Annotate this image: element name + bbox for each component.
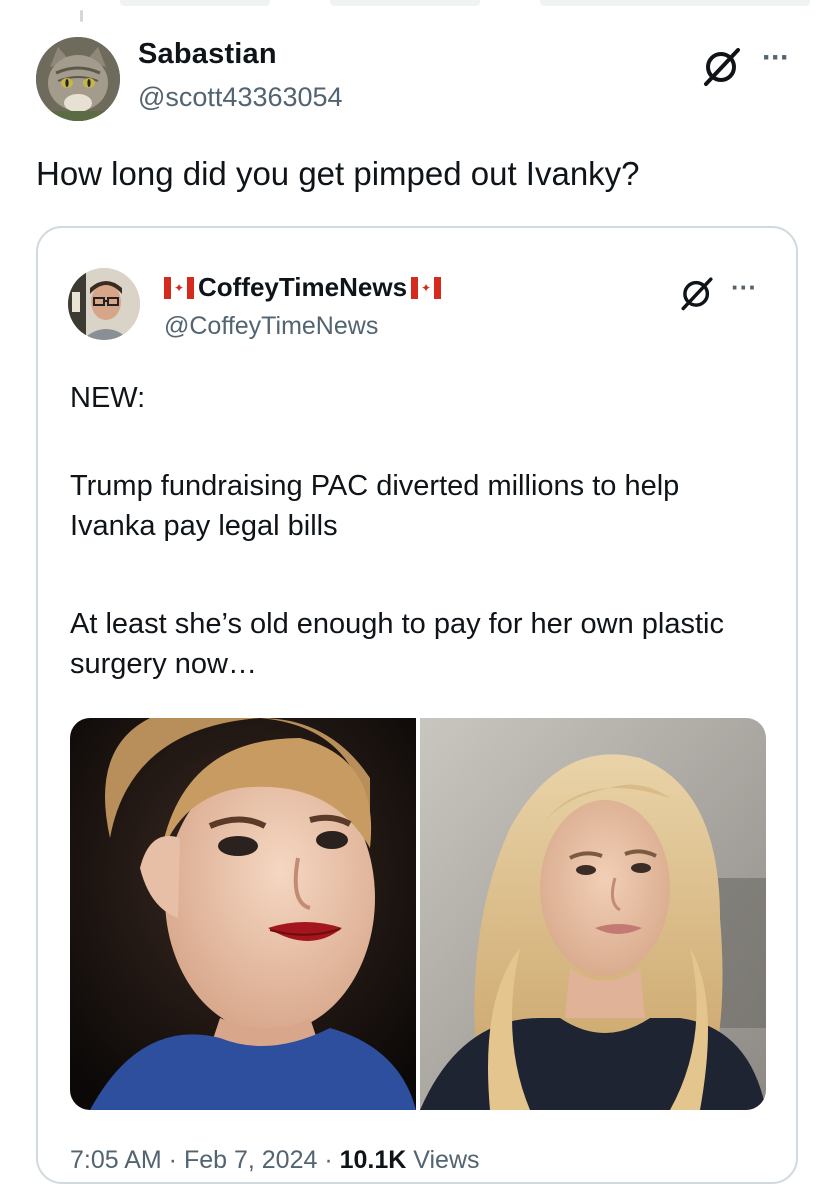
separator: · [317, 1146, 340, 1174]
young-woman-red-lips-photo[interactable] [70, 718, 416, 1110]
quote-author-display-name[interactable]: CoffeyTimeNews [198, 272, 407, 303]
more-icon[interactable]: ··· [762, 41, 790, 75]
tweet-time[interactable]: 7:05 AM [70, 1146, 162, 1174]
tweet-date[interactable]: Feb 7, 2024 [184, 1146, 317, 1174]
blonde-woman-photo[interactable] [420, 718, 766, 1110]
quote-text-comment: At least she’s old enough to pay for her… [70, 608, 724, 680]
author-display-name[interactable]: Sabastian [138, 38, 277, 71]
views-count[interactable]: 10.1K [340, 1146, 407, 1174]
quote-avatar[interactable] [68, 268, 140, 340]
grok-icon[interactable] [678, 274, 716, 312]
author-handle[interactable]: @scott43363054 [138, 82, 343, 113]
canada-flag-icon: ✦ [411, 276, 442, 299]
separator: · [161, 1146, 184, 1174]
quote-author-name-row[interactable]: ✦ CoffeyTimeNews ✦ [164, 272, 442, 303]
cut-off-toolbar [120, 0, 810, 8]
quote-tweet-card[interactable]: ✦ CoffeyTimeNews ✦ @CoffeyTimeNews ··· N… [36, 226, 798, 1184]
more-icon[interactable]: ··· [731, 272, 757, 303]
grok-icon[interactable] [700, 44, 744, 88]
quote-text-headline: Trump fundraising PAC diverted millions … [70, 470, 680, 542]
thread-line [80, 10, 83, 22]
avatar[interactable] [36, 37, 120, 121]
views-label: Views [406, 1146, 480, 1174]
man-with-glasses-avatar-icon [68, 268, 140, 340]
canada-flag-icon: ✦ [164, 276, 194, 299]
tweet-text: How long did you get pimped out Ivanky? [36, 155, 640, 192]
media-grid[interactable] [70, 718, 766, 1110]
quote-author-handle[interactable]: @CoffeyTimeNews [164, 312, 378, 341]
tweet-metadata: 7:05 AM · Feb 7, 2024 · 10.1K Views [70, 1146, 480, 1175]
cat-avatar-icon [36, 37, 120, 121]
quote-text-new: NEW: [70, 382, 146, 414]
